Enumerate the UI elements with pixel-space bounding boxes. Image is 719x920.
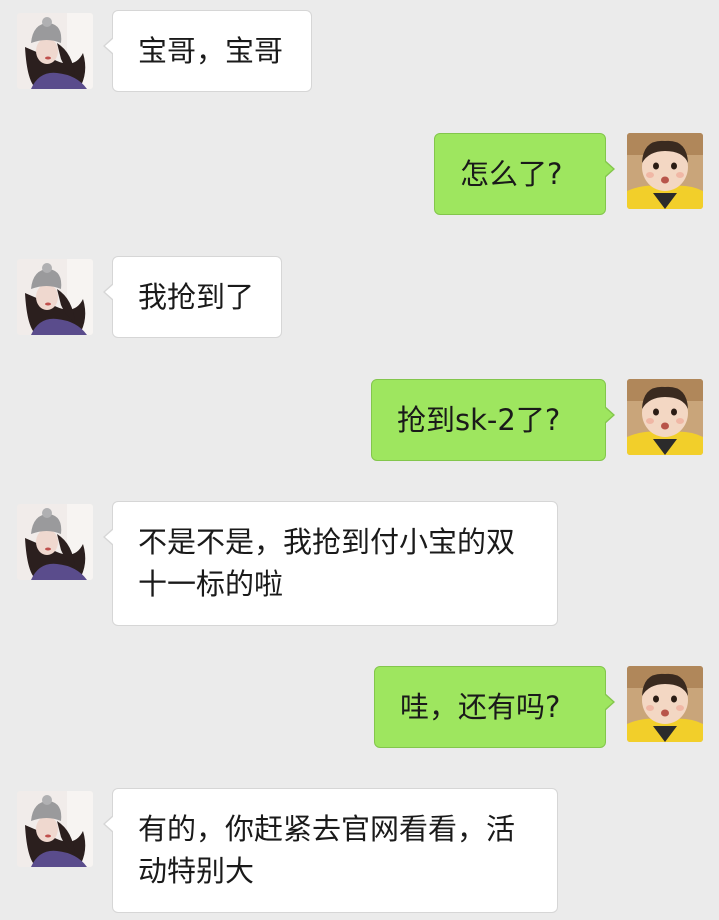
message-text: 宝哥，宝哥 [138,34,284,68]
message-line: 动特别大 [138,854,255,888]
message-bubble-incoming[interactable]: 不是不是，我抢到付小宝的双 十一标的啦 [103,501,558,626]
girl-avatar[interactable] [17,259,93,335]
message-line: 有的，你赶紧去官网看看，活 [138,812,516,846]
message-bubble-outgoing[interactable]: 抢到sk-2了? [371,379,615,461]
message-line: 不是不是，我抢到付小宝的双 [138,525,516,559]
message-bubble-incoming[interactable]: 有的，你赶紧去官网看看，活 动特别大 [103,788,558,913]
message-bubble-incoming[interactable]: 宝哥，宝哥 [103,10,312,92]
message-text: 怎么了? [460,157,563,191]
message-text: 我抢到了 [138,280,255,314]
message-text: 哇，还有吗? [400,690,561,724]
baby-avatar[interactable] [627,666,703,742]
girl-avatar[interactable] [17,791,93,867]
girl-avatar[interactable] [17,13,93,89]
baby-avatar[interactable] [627,379,703,455]
message-bubble-incoming[interactable]: 我抢到了 [103,256,282,338]
message-bubble-outgoing[interactable]: 哇，还有吗? [374,666,615,748]
girl-avatar[interactable] [17,504,93,580]
baby-avatar[interactable] [627,133,703,209]
message-bubble-outgoing[interactable]: 怎么了? [434,133,615,215]
message-text: 抢到sk-2了? [397,403,561,437]
message-line: 十一标的啦 [138,567,284,601]
